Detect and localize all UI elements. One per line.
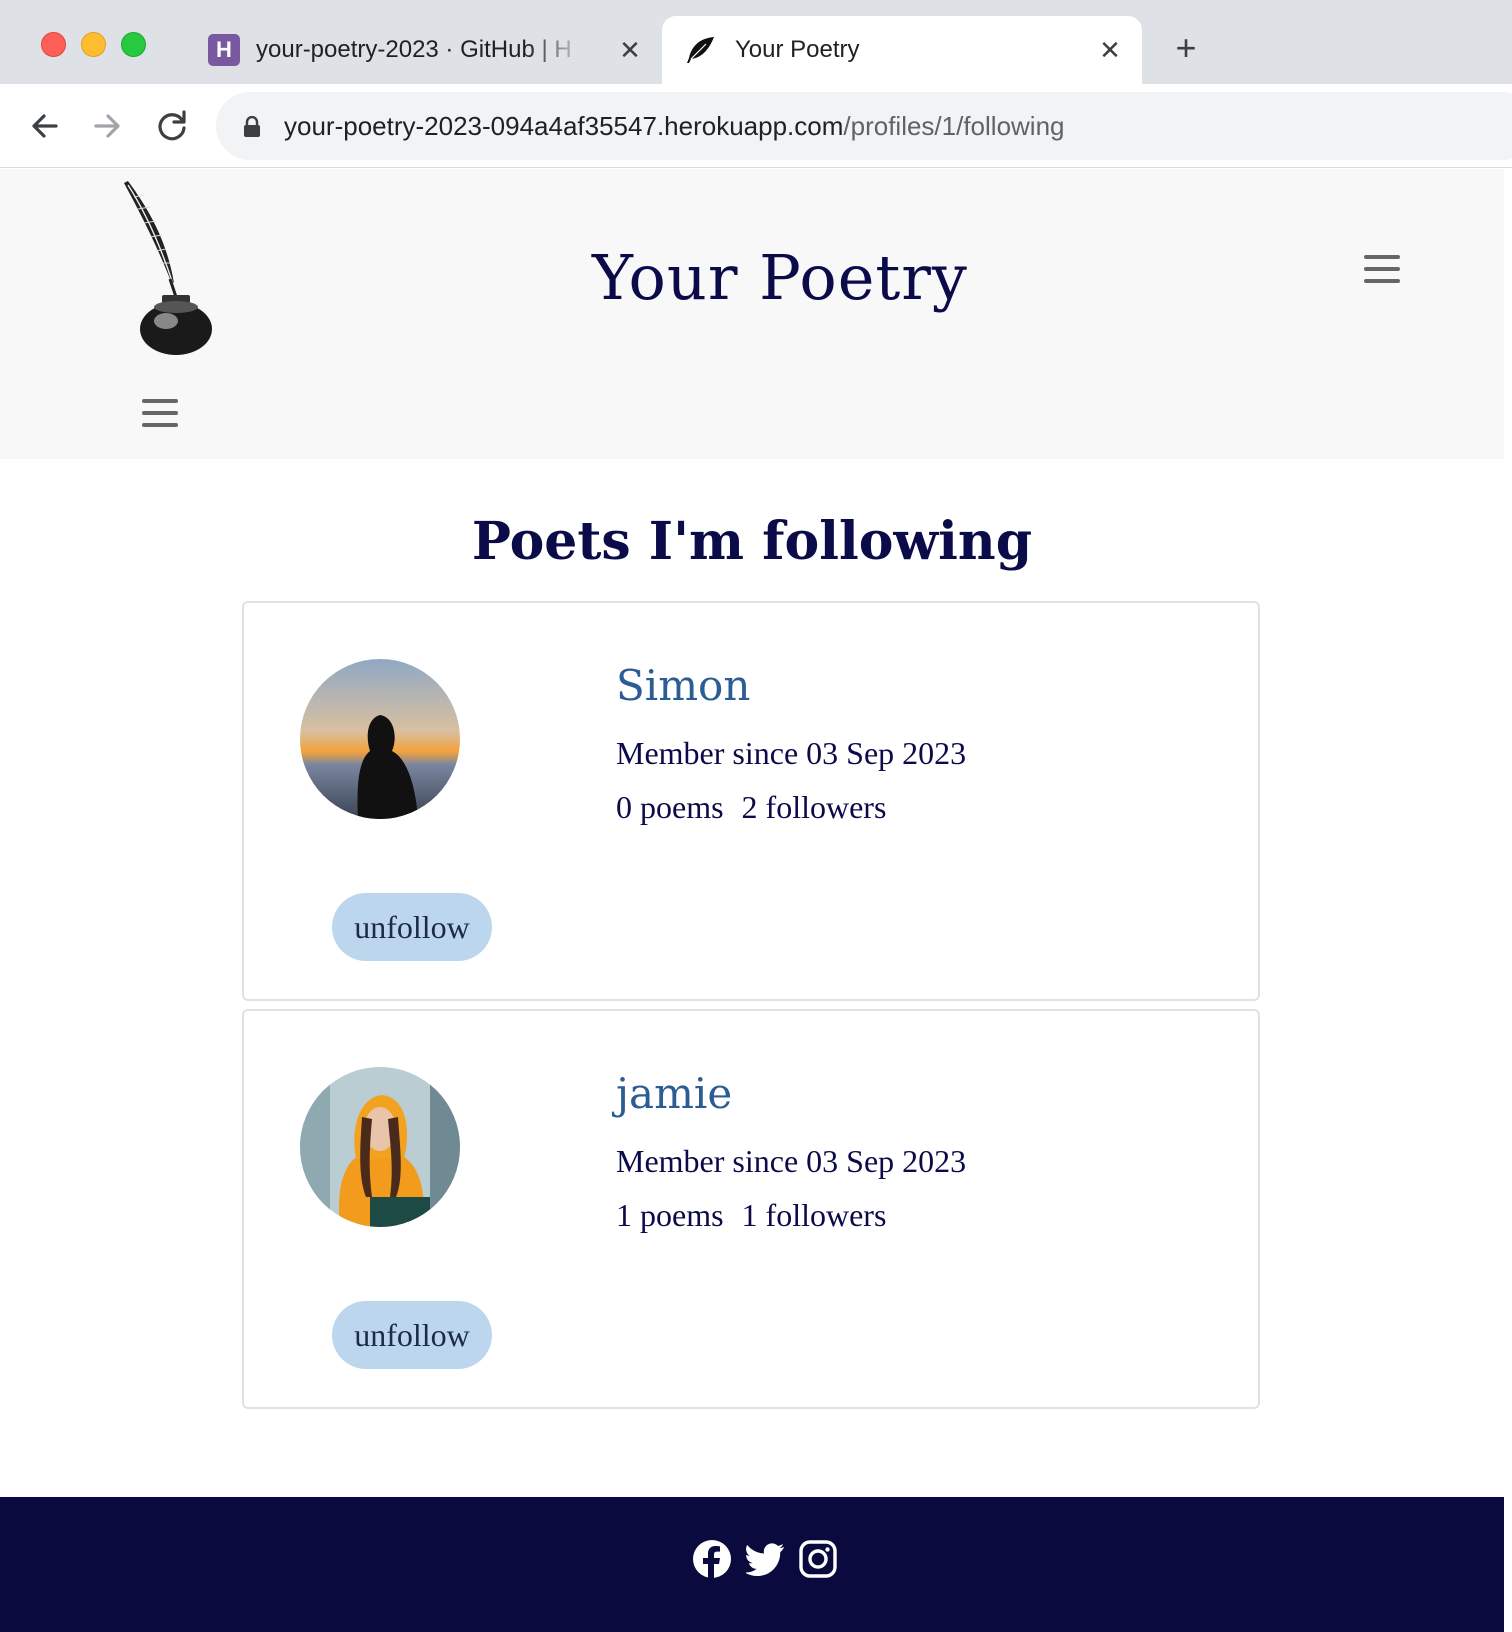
unfollow-button[interactable]: unfollow [332, 1301, 492, 1369]
back-arrow-icon[interactable] [20, 102, 68, 150]
poems-count: 0 poems [616, 789, 724, 825]
unfollow-button[interactable]: unfollow [332, 893, 492, 961]
url-text[interactable]: your-poetry-2023-094a4af35547.herokuapp.… [284, 110, 1065, 142]
poet-card: jamie Member since 03 Sep 2023 1 poems 1 … [242, 1009, 1260, 1409]
tab-your-poetry[interactable]: Your Poetry ✕ [662, 16, 1142, 84]
site-title[interactable]: Your Poetry [0, 241, 1504, 314]
poems-count: 1 poems [616, 1197, 724, 1233]
poet-stats: 1 poems 1 followers [616, 1197, 886, 1234]
tab-bar: H your-poetry-2023 · GitHub | H ✕ Your P… [0, 0, 1512, 84]
tab-github-heroku[interactable]: H your-poetry-2023 · GitHub | H ✕ [196, 16, 656, 84]
member-since: Member since 03 Sep 2023 [616, 1143, 967, 1179]
maximize-window-button[interactable] [121, 32, 146, 57]
address-bar[interactable]: your-poetry-2023-094a4af35547.herokuapp.… [216, 92, 1512, 160]
member-since: Member since 03 Sep 2023 [616, 735, 967, 771]
heroku-icon: H [208, 34, 240, 66]
poet-avatar[interactable] [300, 659, 460, 819]
poet-card: Simon Member since 03 Sep 2023 0 poems 2 … [242, 601, 1260, 1001]
page-title: Poets I'm following [471, 511, 1033, 572]
followers-count: 1 followers [741, 1197, 887, 1233]
facebook-icon[interactable] [692, 1539, 732, 1579]
site-header: Your Poetry [0, 169, 1504, 459]
menu-hamburger-icon[interactable] [1364, 253, 1402, 287]
url-host: your-poetry-2023-094a4af35547.herokuapp.… [284, 111, 844, 141]
site-footer [0, 1497, 1504, 1632]
feather-icon [687, 37, 714, 63]
poet-stats: 0 poems 2 followers [616, 789, 886, 826]
twitter-icon[interactable] [746, 1539, 786, 1579]
poet-name-link[interactable]: Simon [616, 661, 750, 710]
tab-title: Your Poetry [735, 36, 860, 63]
followers-count: 2 followers [741, 789, 887, 825]
web-page: Your Poetry Poets I'm following Simon Me… [0, 169, 1504, 1632]
browser-toolbar: your-poetry-2023-094a4af35547.herokuapp.… [0, 84, 1512, 168]
profile-menu-hamburger-icon[interactable] [142, 397, 180, 431]
poet-name-link[interactable]: jamie [616, 1069, 732, 1118]
minimize-window-button[interactable] [81, 32, 106, 57]
forward-arrow-icon[interactable] [84, 102, 132, 150]
reload-icon[interactable] [148, 102, 196, 150]
close-window-button[interactable] [41, 32, 66, 57]
tab-close-icon[interactable]: ✕ [1094, 34, 1126, 66]
lock-icon [244, 116, 260, 137]
poet-avatar[interactable] [300, 1067, 460, 1227]
new-tab-button[interactable]: + [1168, 30, 1204, 66]
browser-window: H your-poetry-2023 · GitHub | H ✕ Your P… [0, 0, 1512, 1632]
url-path: /profiles/1/following [843, 111, 1065, 141]
tab-close-icon[interactable]: ✕ [614, 34, 646, 66]
instagram-icon[interactable] [798, 1539, 838, 1579]
